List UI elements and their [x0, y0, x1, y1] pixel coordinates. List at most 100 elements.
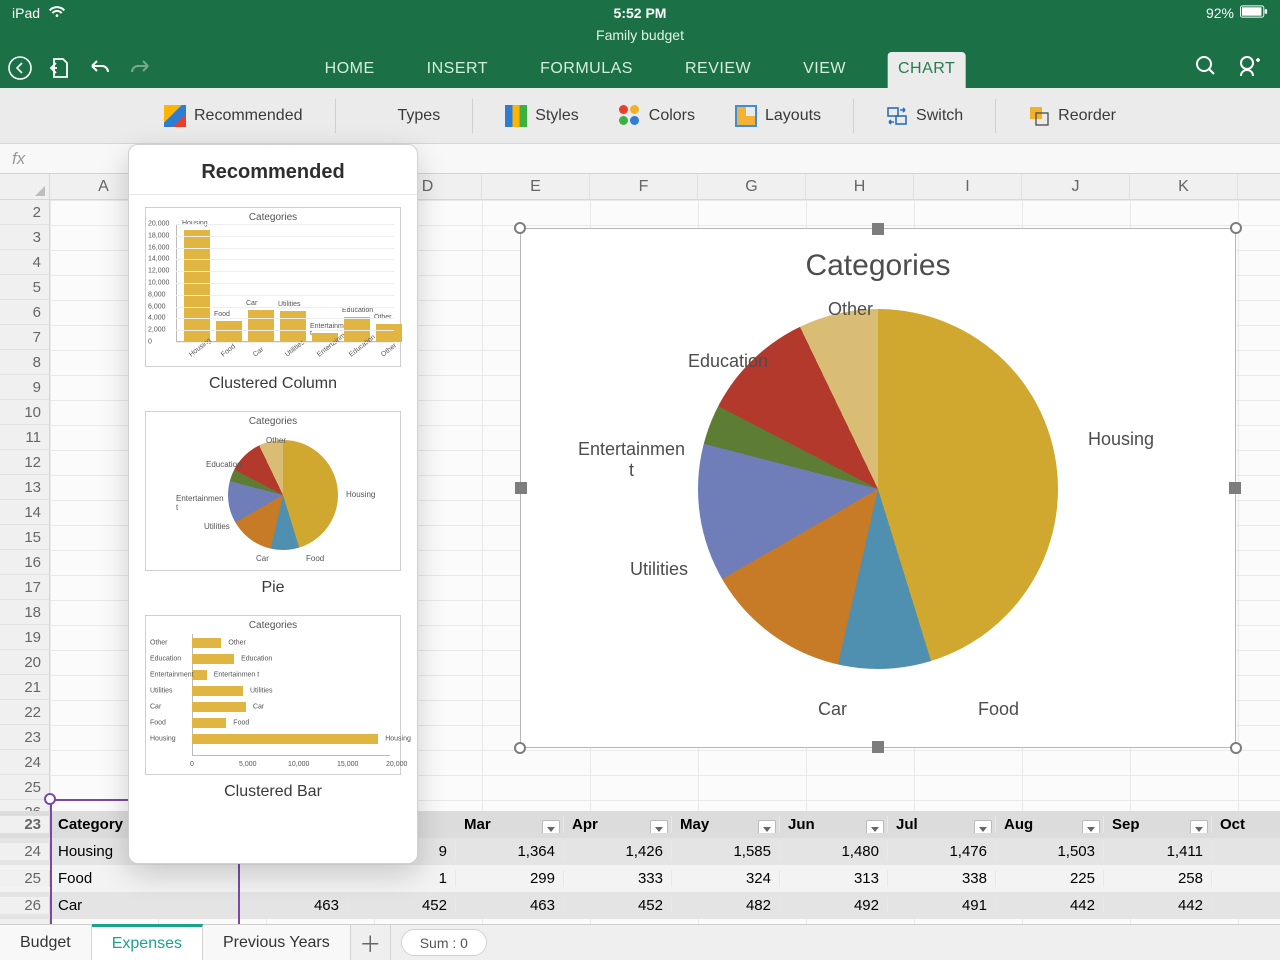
recommended-popover[interactable]: Recommended Categories HousingHousingFoo…	[128, 144, 418, 864]
switch-icon	[886, 105, 908, 127]
battery-pct: 92%	[1206, 5, 1234, 21]
pie-label: Education	[688, 351, 768, 372]
row-header[interactable]: 18	[0, 600, 49, 625]
ribbon-bar: HOME INSERT FORMULAS REVIEW VIEW CHART	[0, 48, 1280, 88]
row-header[interactable]: 7	[0, 325, 49, 350]
row-header[interactable]: 10	[0, 400, 49, 425]
row-header[interactable]: 5	[0, 275, 49, 300]
row-header[interactable]: 14	[0, 500, 49, 525]
types-button[interactable]: Types	[354, 99, 455, 133]
pie-label: Housing	[1088, 429, 1154, 450]
row-header[interactable]: 12	[0, 450, 49, 475]
layouts-button[interactable]: Layouts	[721, 99, 835, 133]
redo-button[interactable]	[120, 48, 160, 88]
row-header[interactable]: 19	[0, 625, 49, 650]
select-all-corner[interactable]	[0, 174, 50, 200]
row-header[interactable]: 13	[0, 475, 49, 500]
chart-object[interactable]: Categories HousingFoodCarUtilitiesEntert…	[520, 228, 1236, 748]
back-button[interactable]	[0, 48, 40, 88]
chart-toolstrip: Recommended Types Styles Colors Layouts …	[0, 88, 1280, 144]
recommended-option-clustered-bar[interactable]: Categories OtherOtherEducationEducationE…	[129, 603, 417, 807]
sheet-tab-previous-years[interactable]: Previous Years	[203, 925, 351, 960]
tab-chart[interactable]: CHART	[888, 52, 965, 88]
resize-handle[interactable]	[515, 482, 527, 494]
wifi-icon	[48, 5, 66, 22]
resize-handle[interactable]	[1230, 742, 1242, 754]
col-header[interactable]: L	[1238, 174, 1280, 199]
tab-formulas[interactable]: FORMULAS	[530, 52, 643, 88]
col-header[interactable]: H	[806, 174, 914, 199]
recommended-option-clustered-column[interactable]: Categories HousingHousingFoodFoodCarCarU…	[129, 195, 417, 399]
search-icon[interactable]	[1194, 54, 1218, 83]
add-sheet-button[interactable]: ＋	[351, 925, 391, 960]
row-header[interactable]: 15	[0, 525, 49, 550]
layouts-icon	[735, 105, 757, 127]
styles-icon	[505, 105, 527, 127]
styles-button[interactable]: Styles	[491, 99, 593, 133]
undo-button[interactable]	[80, 48, 120, 88]
row-header[interactable]: 25	[0, 775, 49, 800]
thumb-pie: Categories HousingFoodCarUtilitiesEntert…	[145, 411, 401, 571]
sheet-tab-budget[interactable]: Budget	[0, 925, 92, 960]
pie-label: Car	[818, 699, 847, 720]
row-header[interactable]: 22	[0, 700, 49, 725]
recommended-button[interactable]: Recommended	[150, 99, 317, 133]
thumb-clustered-column: Categories HousingHousingFoodFoodCarCarU…	[145, 207, 401, 367]
ios-status-bar: iPad 5:52 PM 92%	[0, 0, 1280, 26]
file-button[interactable]	[40, 48, 80, 88]
document-title: Family budget	[0, 26, 1280, 48]
popover-title: Recommended	[129, 145, 417, 195]
sheet-tabs: BudgetExpensesPrevious Years ＋ Sum : 0	[0, 924, 1280, 960]
col-header[interactable]: G	[698, 174, 806, 199]
row-header[interactable]: 20	[0, 650, 49, 675]
ribbon-tabs: HOME INSERT FORMULAS REVIEW VIEW CHART	[315, 48, 966, 88]
row-header[interactable]: 4	[0, 250, 49, 275]
share-icon[interactable]	[1238, 54, 1264, 83]
resize-handle[interactable]	[514, 742, 526, 754]
clock: 5:52 PM	[614, 5, 667, 21]
colors-icon	[619, 105, 641, 127]
wand-chart-icon	[164, 105, 186, 127]
resize-handle[interactable]	[1229, 482, 1241, 494]
colors-button[interactable]: Colors	[605, 99, 709, 133]
resize-handle[interactable]	[1230, 222, 1242, 234]
resize-handle[interactable]	[872, 223, 884, 235]
col-header[interactable]: K	[1130, 174, 1238, 199]
tab-review[interactable]: REVIEW	[675, 52, 761, 88]
tab-view[interactable]: VIEW	[793, 52, 856, 88]
row-header[interactable]: 21	[0, 675, 49, 700]
row-header[interactable]: 11	[0, 425, 49, 450]
pie-label: Other	[828, 299, 873, 320]
types-icon	[368, 105, 390, 127]
pie-chart: HousingFoodCarUtilitiesEntertainmentEduc…	[698, 309, 1058, 669]
tab-home[interactable]: HOME	[315, 52, 385, 88]
col-header[interactable]: E	[482, 174, 590, 199]
sheet-tab-expenses[interactable]: Expenses	[92, 924, 203, 960]
device-label: iPad	[12, 5, 40, 21]
col-header[interactable]: I	[914, 174, 1022, 199]
row-header[interactable]: 23	[0, 725, 49, 750]
pie-label: Entertainment	[578, 439, 685, 481]
resize-handle[interactable]	[514, 222, 526, 234]
battery-icon	[1240, 5, 1268, 21]
row-header[interactable]: 24	[0, 750, 49, 775]
row-header[interactable]: 8	[0, 350, 49, 375]
col-header[interactable]: F	[590, 174, 698, 199]
reorder-button[interactable]: Reorder	[1014, 99, 1130, 133]
selection-handle[interactable]	[44, 793, 56, 805]
row-header[interactable]: 9	[0, 375, 49, 400]
row-header[interactable]: 17	[0, 575, 49, 600]
fx-label: fx	[12, 149, 25, 169]
switch-button[interactable]: Switch	[872, 99, 977, 133]
thumb-clustered-bar: Categories OtherOtherEducationEducationE…	[145, 615, 401, 775]
tab-insert[interactable]: INSERT	[417, 52, 498, 88]
row-header[interactable]: 6	[0, 300, 49, 325]
row-header[interactable]: 2	[0, 200, 49, 225]
col-header[interactable]: J	[1022, 174, 1130, 199]
resize-handle[interactable]	[872, 741, 884, 753]
row-header[interactable]: 16	[0, 550, 49, 575]
row-header[interactable]: 3	[0, 225, 49, 250]
pie-label: Food	[978, 699, 1019, 720]
recommended-option-pie[interactable]: Categories HousingFoodCarUtilitiesEntert…	[129, 399, 417, 603]
status-sum[interactable]: Sum : 0	[401, 929, 487, 956]
